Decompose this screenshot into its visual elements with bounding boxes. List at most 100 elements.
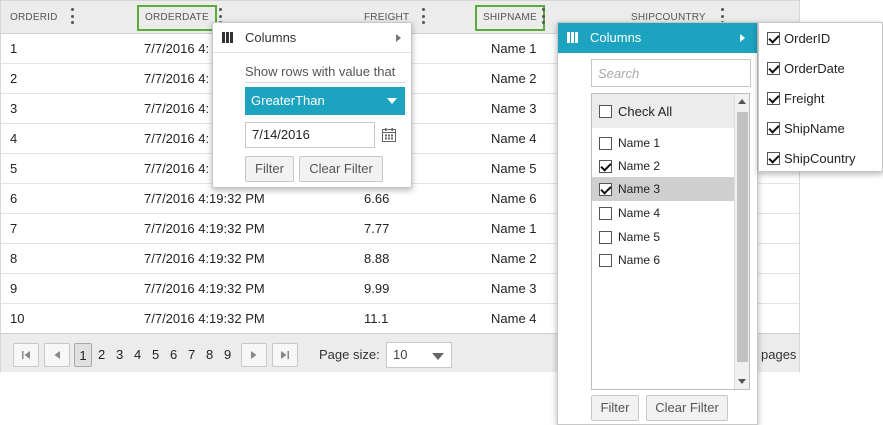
item-label: Name 1 [618,136,661,150]
column-menu-icon-shipname[interactable] [540,8,546,24]
previous-page-button[interactable] [44,343,70,367]
column-menu-icon-orderid[interactable] [69,8,75,24]
page-number[interactable]: 8 [206,343,213,367]
page-size-dropdown[interactable]: 10 [386,342,452,368]
cell-shipname: Name 3 [491,101,537,116]
item-checkbox[interactable] [599,206,612,220]
column-toggle-orderdate[interactable]: OrderDate [759,53,845,83]
cell-freight: 6.66 [364,191,390,206]
list-item[interactable]: Name 2 [592,154,734,178]
clear-filter-button[interactable]: Clear Filter [299,156,383,182]
page-number-current[interactable]: 1 [74,343,92,367]
cell-shipname: Name 2 [491,71,537,86]
scroll-down-icon[interactable] [738,379,746,384]
column-checkbox[interactable] [767,121,780,135]
search-input[interactable] [591,59,751,87]
header-orderdate[interactable]: ORDERDATE [137,1,217,34]
check-all-checkbox[interactable] [599,104,612,118]
check-all-item[interactable]: Check All [592,94,734,128]
filter-button[interactable]: Filter [245,156,294,182]
columns-menu-item[interactable]: Columns [213,23,411,53]
scrollbar-thumb[interactable] [737,112,748,362]
page-number[interactable]: 9 [224,343,231,367]
cell-orderid: 4 [10,131,18,146]
column-checkbox[interactable] [767,61,780,75]
item-checkbox[interactable] [599,230,612,244]
last-page-button[interactable] [272,343,298,367]
page-number[interactable]: 5 [152,343,159,367]
cell-orderid: 2 [10,71,18,86]
column-toggle-shipcountry[interactable]: ShipCountry [759,143,856,173]
list-item[interactable]: Name 5 [592,225,734,249]
check-all-label: Check All [618,103,673,119]
filter-menu-shipname: Columns Check All Name 1 Name 2 Name 3 N… [557,22,758,425]
item-label: Name 2 [618,159,661,173]
column-toggle-shipname[interactable]: ShipName [759,113,845,143]
cell-orderdate: 7/7/2016 4: [144,101,210,116]
list-item[interactable]: Name 1 [592,131,734,155]
page-number[interactable]: 3 [116,343,123,367]
cell-orderid: 1 [10,41,18,56]
column-label: OrderID [784,30,831,46]
list-item[interactable]: Name 6 [592,248,734,272]
columns-label: Columns [245,30,297,45]
value-checklist: Check All Name 1 Name 2 Name 3 Name 4 Na… [591,93,750,390]
column-toggle-orderid[interactable]: OrderID [759,23,830,53]
list-item[interactable]: Name 4 [592,201,734,225]
filter-condition-value: GreaterThan [251,93,325,108]
cell-orderdate: 7/7/2016 4: [144,131,210,146]
chevron-down-icon [387,98,397,104]
column-menu-icon-freight[interactable] [420,8,426,24]
page-size-value: 10 [393,347,408,362]
divider [245,82,405,83]
header-shipname[interactable]: SHIPNAME [475,1,545,34]
page-number[interactable]: 4 [134,343,141,367]
page-size-label: Page size: [319,347,380,362]
chevron-right-icon [740,34,745,42]
vertical-scrollbar[interactable] [734,94,749,389]
cell-shipname: Name 4 [491,311,537,326]
columns-menu-item[interactable]: Columns [558,23,757,53]
columns-icon [222,32,234,44]
show-rows-label: Show rows with value that [245,64,396,79]
header-orderid[interactable]: ORDERID [4,1,64,34]
page-number[interactable]: 6 [170,343,177,367]
cell-shipname: Name 5 [491,161,537,176]
calendar-icon[interactable] [381,127,397,143]
header-label: SHIPNAME [475,4,545,31]
page-number[interactable]: 7 [188,343,195,367]
filter-condition-dropdown[interactable]: GreaterThan [245,87,405,115]
page-number[interactable]: 2 [98,343,105,367]
cell-orderdate: 7/7/2016 4: [144,71,210,86]
header-label: ORDERDATE [137,4,217,31]
column-toggle-freight[interactable]: Freight [759,83,824,113]
cell-orderid: 8 [10,251,18,266]
column-checkbox[interactable] [767,31,780,45]
list-item-selected[interactable]: Name 3 [592,177,734,201]
cell-orderdate: 7/7/2016 4: [144,161,210,176]
cell-orderid: 3 [10,101,18,116]
filter-value-input[interactable]: 7/14/2016 [245,122,375,148]
column-checkbox[interactable] [767,151,780,165]
cell-orderdate: 7/7/2016 4:19:32 PM [144,251,265,266]
cell-shipname: Name 1 [491,221,537,236]
column-checkbox[interactable] [767,91,780,105]
cell-orderdate: 7/7/2016 4:19:32 PM [144,221,265,236]
item-checkbox[interactable] [599,253,612,267]
clear-filter-button[interactable]: Clear Filter [646,395,728,421]
cell-freight: 7.77 [364,221,390,236]
column-label: OrderDate [784,60,845,76]
item-checkbox[interactable] [599,136,612,150]
next-page-button[interactable] [241,343,267,367]
scroll-up-icon[interactable] [738,99,746,104]
pages-suffix: pages [761,347,797,362]
item-label: Name 3 [618,182,661,196]
filter-button[interactable]: Filter [591,395,639,421]
cell-orderdate: 7/7/2016 4:19:32 PM [144,311,265,326]
item-checkbox[interactable] [599,182,612,196]
column-label: Freight [784,90,825,106]
item-checkbox[interactable] [599,159,612,173]
first-page-button[interactable] [13,343,39,367]
cell-orderid: 10 [10,311,25,326]
header-label: ORDERID [10,11,58,23]
